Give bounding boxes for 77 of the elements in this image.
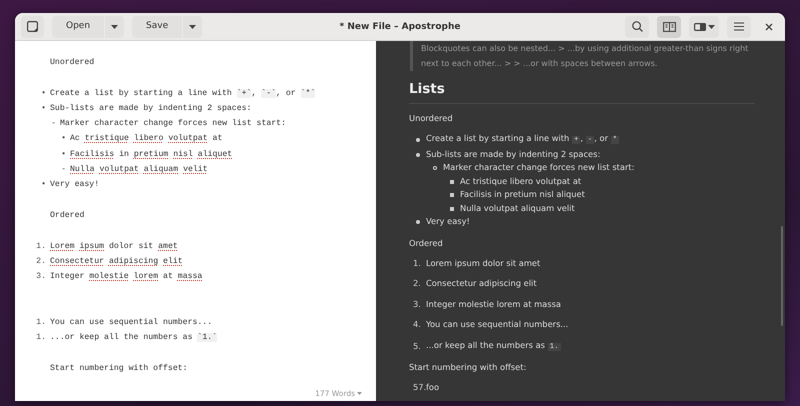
text-line: Unordered: [49, 57, 96, 69]
list-marker: •: [40, 102, 47, 115]
scrollbar[interactable]: [781, 226, 783, 326]
search-button[interactable]: [625, 16, 649, 38]
columns-icon: [662, 22, 676, 32]
bullet-icon: [450, 180, 454, 184]
bullet-icon: [416, 220, 420, 224]
text-line: Consectetur adipiscing elit: [50, 256, 183, 268]
dropdown-button[interactable]: [105, 16, 124, 38]
menu-icon: [734, 22, 744, 31]
list-item-text: Lorem ipsum dolor sit amet: [426, 256, 540, 270]
list-number: 3.: [413, 298, 422, 311]
text-line: Start numbering with offset:: [49, 362, 189, 375]
list-number: 57.: [413, 381, 426, 394]
list-item-text: Integer molestie lorem at massa: [426, 298, 561, 311]
list-item-text: Very easy!: [426, 215, 470, 228]
list-marker: •: [60, 148, 67, 161]
list-marker: •: [60, 133, 67, 146]
bullet-icon: [450, 206, 454, 210]
open-button[interactable]: Open: [52, 16, 104, 38]
text-line: You can use sequential numbers...: [50, 317, 212, 330]
layout-button[interactable]: [689, 16, 719, 38]
section-heading: Lists: [409, 71, 755, 104]
text-line: Sub-lists are made by indenting 2 spaces:: [50, 102, 252, 115]
list-number: 5.: [413, 340, 422, 353]
text-line: Create a list by starting a line with `+`, `-`, or `*`: [50, 88, 316, 100]
window-title: * New File – Apostrophe: [340, 21, 460, 34]
sidebar-button[interactable]: [21, 16, 44, 38]
list-marker: 1.: [35, 317, 47, 330]
list-number: 2.: [413, 277, 422, 290]
list-item-text: You can use sequential numbers...: [426, 318, 568, 332]
dropdown-button[interactable]: [183, 16, 202, 38]
list-marker: 2.: [35, 256, 47, 268]
list-item-text: Facilisis in pretium nisl aliquet: [460, 188, 585, 202]
text-line: Ordered: [49, 210, 86, 222]
sidebar-icon: [27, 21, 38, 32]
paragraph: Start numbering with offset:: [409, 361, 528, 374]
text-line: Nulla volutpat aliquam velit: [70, 164, 208, 176]
paragraph: Unordered: [409, 112, 454, 124]
bullet-icon: [416, 138, 420, 142]
close-icon: [765, 22, 773, 30]
list-marker: 1.: [35, 240, 47, 253]
caret-icon: [189, 24, 196, 28]
menu-button[interactable]: [727, 16, 751, 38]
text-line: Ac tristique libero volutpat at: [70, 133, 222, 146]
list-marker: -: [50, 118, 57, 130]
list-number: 1.: [413, 256, 422, 270]
text-line: Integer molestie lorem at massa: [50, 271, 202, 284]
search-icon: [632, 21, 642, 32]
list-item-text: Sub-lists are made by indenting 2 spaces:: [426, 148, 600, 161]
list-item-text: Nulla volutpat aliquam velit: [460, 202, 575, 215]
text-line: Marker character change forces new list start:: [60, 118, 286, 130]
blockquote-text: Blockquotes can also be nested... > ...by using additional greater-than signs right next to each other... > > ...or with spaces between arrows.: [410, 41, 755, 71]
paragraph: Ordered: [409, 236, 444, 249]
bullet-icon: [416, 152, 420, 156]
list-item-text: foo: [426, 381, 440, 394]
caret-icon: [708, 24, 714, 28]
list-marker: 3.: [35, 271, 47, 284]
list-marker: •: [40, 88, 47, 100]
text-line: Very easy!: [50, 179, 100, 192]
save-button[interactable]: Save: [132, 16, 182, 38]
caret-icon: [111, 24, 118, 28]
list-number: 4.: [413, 318, 422, 332]
list-item-text: Consectetur adipiscing elit: [426, 277, 537, 290]
text-line: Lorem ipsum dolor sit amet: [50, 240, 178, 253]
text-line: Facilisis in pretium nisl aliquet: [70, 148, 232, 161]
list-marker: -: [60, 164, 67, 176]
text-line: ...or keep all the numbers as `1.`: [50, 332, 218, 344]
list-item-text: Marker character change forces new list start:: [443, 161, 634, 174]
caret-icon: [357, 392, 362, 395]
list-marker: 1.: [35, 332, 47, 344]
layout-icon: [694, 22, 706, 30]
list-marker: •: [40, 179, 47, 192]
bullet-icon: [433, 166, 437, 170]
preview-button[interactable]: [657, 16, 681, 38]
list-item-text: Ac tristique libero volutpat at: [460, 174, 582, 188]
bullet-icon: [450, 193, 454, 197]
